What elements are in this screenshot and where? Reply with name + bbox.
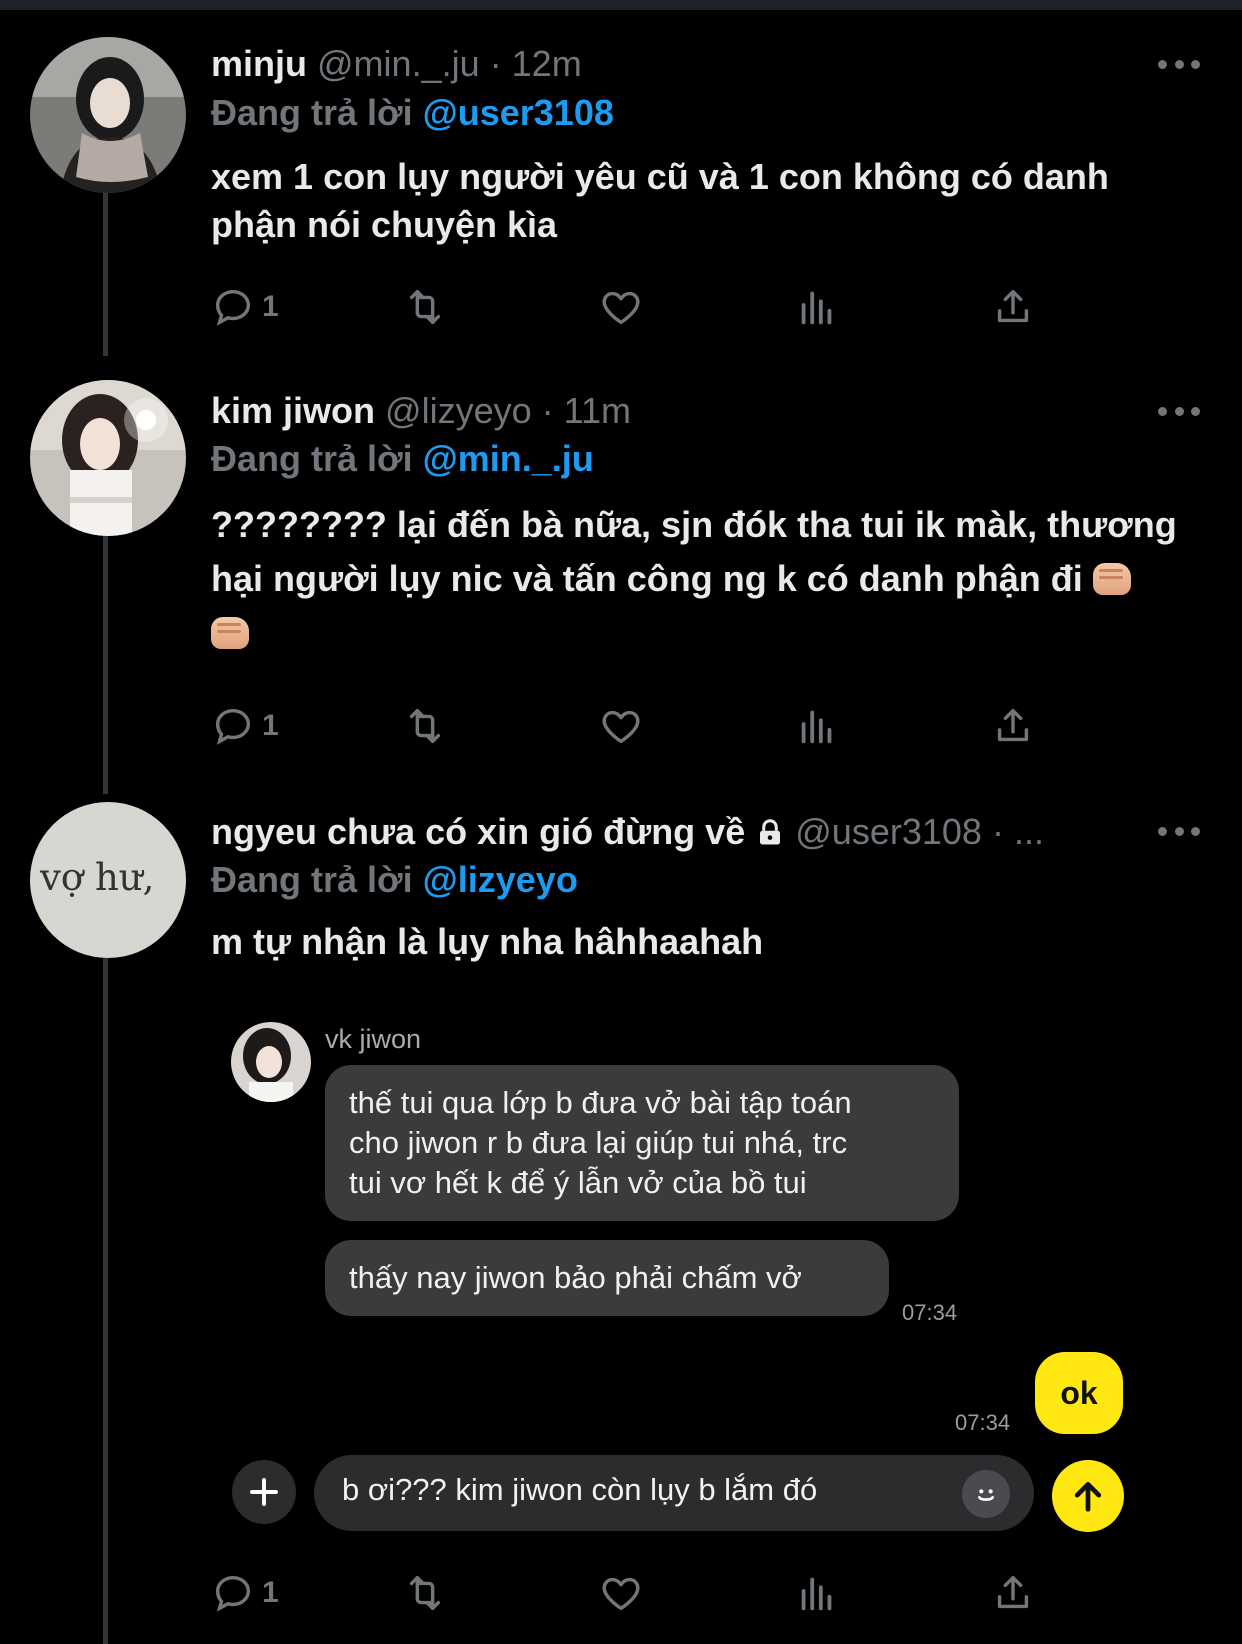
attach-button[interactable] [232,1460,296,1524]
reply-icon [215,708,251,745]
send-button[interactable] [1052,1460,1124,1532]
smile-icon [978,1489,994,1501]
reply-icon [215,289,251,326]
author-name[interactable]: minju [211,43,307,84]
replying-to: Đang trả lời @lizyeyo [211,858,578,902]
author-handle[interactable]: @user3108 [795,811,982,852]
separator-dot: · [991,811,1004,852]
more-icon[interactable] [1158,401,1200,421]
author-name[interactable]: ngyeu chưa có xin gió đừng về [211,811,745,852]
tweet-time[interactable]: ... [1014,811,1044,852]
replying-to: Đang trả lời @min._.ju [211,437,594,481]
share-button[interactable] [990,282,1036,332]
tweet-header: ngyeu chưa có xin gió đừng về @user3108 … [211,810,1044,854]
replying-to-label: Đang trả lời [211,92,413,133]
retweet-icon [409,289,441,325]
tweet-text-line: hại người lụy nic và tấn công ng k có da… [211,558,1083,599]
tweet-actions: 1 [210,282,1090,332]
chat-timestamp: 07:34 [955,1410,1011,1435]
like-button[interactable] [598,701,644,751]
like-icon [602,710,640,744]
lock-icon [760,819,781,845]
like-button[interactable] [598,1568,644,1618]
reply-count: 1 [262,1576,279,1609]
reply-icon [215,1575,251,1612]
reply-button[interactable]: 1 [210,1568,279,1618]
views-button[interactable] [794,701,840,751]
share-icon [997,1575,1029,1609]
author-handle[interactable]: @lizyeyo [385,390,532,431]
retweet-button[interactable] [402,282,448,332]
own-message-bubble: ok [1035,1352,1123,1434]
views-button[interactable] [794,282,840,332]
fist-emoji-icon [211,617,249,649]
author-handle[interactable]: @min._.ju [317,43,480,84]
author-name[interactable]: kim jiwon [211,390,375,431]
chat-message-line: thế tui qua lớp b đưa vở bài tập toán [349,1085,852,1120]
tweet-header: kim jiwon @lizyeyo · 11m [211,389,631,433]
tweet-text-line [211,606,1201,660]
share-icon [997,708,1029,742]
reply-count: 1 [262,290,279,323]
tweet-header: minju @min._.ju · 12m [211,42,582,86]
share-button[interactable] [990,1568,1036,1618]
plus-icon [250,1478,278,1506]
separator-dot: · [541,390,554,431]
chat-contact-name: vk jiwon [325,1024,422,1054]
mention-link[interactable]: @user3108 [423,92,614,133]
tweet-text-line: ???????? lại đến bà nữa, sjn đók tha tui… [211,504,1177,545]
chat-timestamp: 07:34 [902,1300,958,1325]
like-button[interactable] [598,282,644,332]
tweet-2[interactable]: kim jiwon @lizyeyo · 11m Đang trả lời @m… [0,356,1242,758]
tweet-text: xem 1 con lụy người yêu cũ và 1 con khôn… [211,156,1109,245]
like-icon [602,291,640,325]
retweet-button[interactable] [402,701,448,751]
fist-emoji-icon [1092,563,1131,595]
like-icon [602,1577,640,1611]
replying-to-label: Đang trả lời [211,438,413,479]
tweet-time[interactable]: 12m [512,43,582,84]
reply-button[interactable]: 1 [210,701,279,751]
views-button[interactable] [794,1568,840,1618]
chat-message-bubble: thế tui qua lớp b đưa vở bài tập toán ch… [325,1065,959,1221]
share-button[interactable] [990,701,1036,751]
emoji-button[interactable] [962,1470,1010,1518]
more-icon[interactable] [1158,54,1200,74]
separator-dot: · [489,43,502,84]
share-icon [997,289,1029,323]
replying-to: Đang trả lời @user3108 [211,91,614,135]
chat-message-line: tui vơ hết k để ý lẫn vở của bồ tui [349,1165,807,1200]
mention-link[interactable]: @min._.ju [423,438,594,479]
tweet-text: ???????? lại đến bà nữa, sjn đók tha tui… [211,498,1201,660]
tweet-1[interactable]: minju @min._.ju · 12m Đang trả lời @user… [0,0,1242,356]
mention-link[interactable]: @lizyeyo [423,859,578,900]
tweet-text: m tự nhận là lụy nha hâhhaahah [211,921,764,962]
chat-message-text: thấy nay jiwon bảo phải chấm vở [349,1260,802,1295]
retweet-button[interactable] [402,1568,448,1618]
views-icon [801,291,832,325]
chat-contact-avatar [231,1022,311,1102]
own-message-text: ok [1060,1374,1098,1411]
chat-message-bubble: thấy nay jiwon bảo phải chấm vở [325,1240,889,1316]
views-icon [801,710,832,744]
tweet-actions: 1 [210,1568,1090,1618]
views-icon [801,1577,832,1611]
chat-message-line: cho jiwon r b đưa lại giúp tui nhá, trc [349,1125,848,1160]
tweet-text-line: hại người lụy nic và tấn công ng k có da… [211,552,1201,606]
tweet-time[interactable]: 11m [564,390,631,431]
retweet-icon [409,1575,441,1611]
reply-count: 1 [262,709,279,742]
retweet-icon [409,708,441,744]
more-icon[interactable] [1158,821,1200,841]
send-arrow-icon [1074,1482,1102,1512]
message-input-text[interactable]: b ơi??? kim jiwon còn lụy b lắm đó [342,1472,817,1508]
reply-button[interactable]: 1 [210,282,279,332]
tweet-actions: 1 [210,701,1090,751]
replying-to-label: Đang trả lời [211,859,413,900]
